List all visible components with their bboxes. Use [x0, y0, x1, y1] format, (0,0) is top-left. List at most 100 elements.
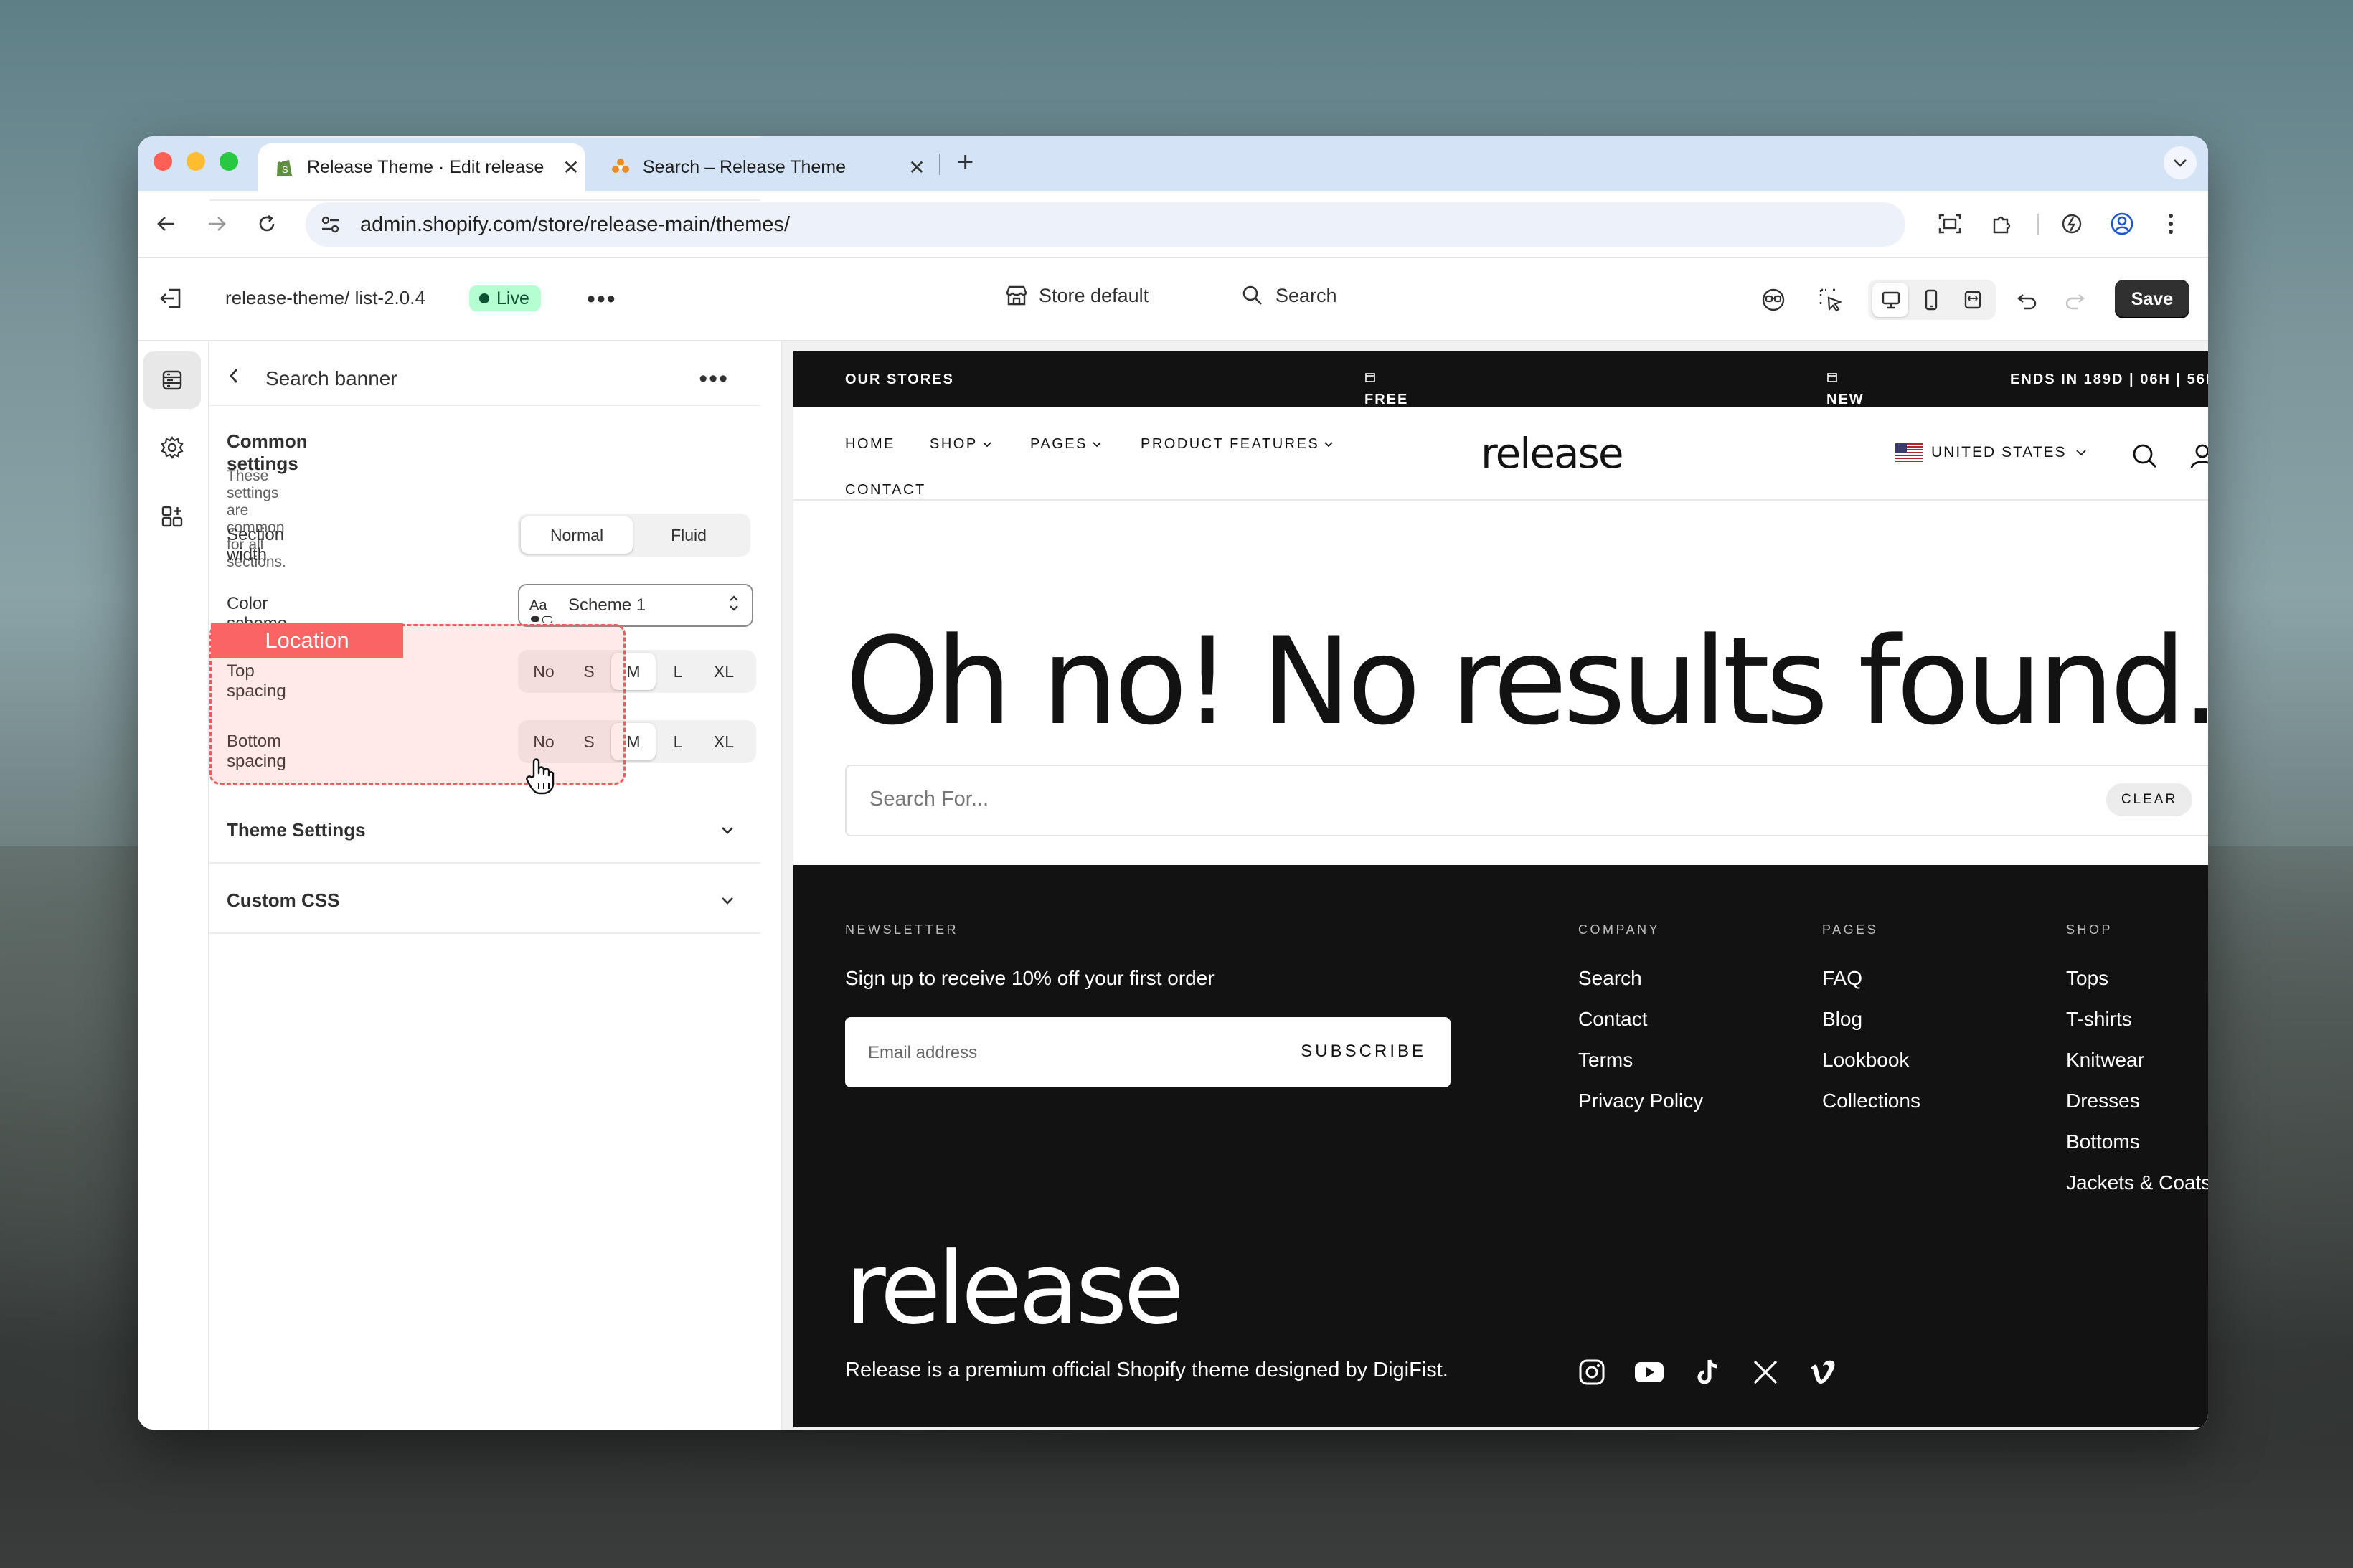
reload-icon[interactable]	[251, 208, 283, 240]
newsletter-caption: NEWSLETTER	[845, 922, 959, 937]
screen-capture-icon[interactable]	[1934, 208, 1966, 240]
us-flag-icon	[1895, 443, 1923, 462]
tag-icon	[1827, 373, 1837, 382]
close-tab-icon[interactable]: ✕	[902, 156, 931, 179]
toolbar-separator	[2037, 214, 2039, 235]
preview-area: OUR STORES FREE SHIPPING ON US ORDERS OV…	[782, 341, 2208, 1430]
save-button[interactable]: Save	[2115, 280, 2189, 318]
newsletter-text: Sign up to receive 10% off your first or…	[845, 967, 1215, 989]
color-scheme-select[interactable]: Aa Scheme 1	[518, 584, 753, 627]
nav-shop[interactable]: SHOP	[930, 436, 992, 453]
select-updown-icon	[727, 593, 740, 618]
maximize-window-button[interactable]	[220, 152, 238, 171]
bottom-spacing-xl[interactable]: XL	[700, 723, 748, 760]
youtube-icon[interactable]	[1633, 1356, 1666, 1389]
footer-link-bottoms[interactable]: Bottoms	[2066, 1130, 2140, 1153]
site-logo[interactable]: release	[1481, 429, 1623, 478]
bottom-spacing-l[interactable]: L	[656, 723, 700, 760]
site-search-icon[interactable]	[2129, 440, 2161, 472]
theme-name: release-theme/ list-2.0.4	[225, 287, 425, 308]
new-tab-icon[interactable]: +	[957, 146, 973, 179]
tab-search-release[interactable]: Search – Release Theme ✕	[594, 143, 931, 191]
tab-search-menu-icon[interactable]	[2164, 146, 2197, 179]
nav-home[interactable]: HOME	[845, 436, 895, 453]
fullscreen-view-icon[interactable]	[1957, 284, 1989, 316]
panel-title: Search banner	[265, 367, 397, 389]
sections-icon[interactable]	[143, 351, 201, 409]
custom-css-accordion[interactable]: Custom CSS	[227, 889, 736, 912]
extensions-icon[interactable]	[1986, 208, 2017, 240]
footer-link-jackets-coats[interactable]: Jackets & Coats	[2066, 1171, 2208, 1194]
close-window-button[interactable]	[154, 152, 172, 171]
footer-link-lookbook[interactable]: Lookbook	[1822, 1049, 1909, 1072]
country-selector[interactable]: UNITED STATES	[1895, 443, 2087, 462]
desktop-view-icon[interactable]	[1875, 284, 1907, 316]
footer-description: Release is a premium official Shopify th…	[845, 1359, 1448, 1382]
subscribe-button[interactable]: SUBSCRIBE	[1301, 1042, 1426, 1062]
theme-actions-icon[interactable]: •••	[587, 285, 617, 313]
tab-bar: S Release Theme · Edit release ✕ Search …	[138, 136, 2208, 191]
search-results-input[interactable]: Search For... CLEAR	[845, 765, 2208, 836]
exit-editor-icon[interactable]	[158, 284, 187, 316]
browser-menu-icon[interactable]	[2155, 208, 2187, 240]
footer-link-t-shirts[interactable]: T-shirts	[2066, 1008, 2132, 1031]
performance-icon[interactable]	[2056, 208, 2088, 240]
tiktok-icon[interactable]	[1692, 1356, 1725, 1389]
tab-release-editor[interactable]: S Release Theme · Edit release ✕	[258, 143, 585, 191]
footer-link-knitwear[interactable]: Knitwear	[2066, 1049, 2144, 1072]
profile-icon[interactable]	[2106, 208, 2138, 240]
url-bar[interactable]: admin.shopify.com/store/release-main/the…	[306, 202, 1905, 247]
theme-settings-accordion[interactable]: Theme Settings	[227, 819, 736, 841]
settings-gear-icon[interactable]	[143, 419, 201, 476]
chevron-down-icon	[722, 897, 733, 905]
footer-link-faq[interactable]: FAQ	[1822, 967, 1862, 990]
minimize-window-button[interactable]	[187, 152, 205, 171]
site-settings-icon[interactable]	[320, 215, 349, 234]
pages-caption: PAGES	[1822, 922, 1879, 937]
clear-button[interactable]: CLEAR	[2106, 783, 2192, 816]
store-default-selector[interactable]: Store default	[1004, 284, 1149, 307]
redo-icon[interactable]	[2059, 284, 2090, 316]
footer-link-blog[interactable]: Blog	[1822, 1008, 1862, 1031]
mobile-view-icon[interactable]	[1915, 284, 1947, 316]
panel-more-icon[interactable]: •••	[699, 365, 729, 393]
apps-icon[interactable]	[143, 488, 201, 545]
nav-product-features[interactable]: PRODUCT FEATURES	[1141, 436, 1334, 453]
location-label: Location	[211, 623, 403, 658]
live-label: Live	[496, 288, 529, 308]
nav-pages[interactable]: PAGES	[1030, 436, 1102, 453]
shopify-icon: S	[274, 156, 296, 178]
x-icon[interactable]	[1749, 1356, 1782, 1389]
footer-link-terms[interactable]: Terms	[1578, 1049, 1633, 1072]
undo-icon[interactable]	[2012, 284, 2043, 316]
footer-link-dresses[interactable]: Dresses	[2066, 1090, 2140, 1113]
inspector-icon[interactable]	[1758, 284, 1789, 316]
newsletter-email-field[interactable]: Email address SUBSCRIBE	[845, 1017, 1451, 1087]
no-results-heading: Oh no! No results found.	[845, 611, 2208, 752]
close-tab-icon[interactable]: ✕	[557, 156, 585, 179]
forward-arrow-icon[interactable]	[201, 208, 232, 240]
footer-link-contact[interactable]: Contact	[1578, 1008, 1648, 1031]
divider	[209, 932, 760, 934]
footer-link-privacy-policy[interactable]: Privacy Policy	[1578, 1090, 1703, 1113]
instagram-icon[interactable]	[1575, 1356, 1608, 1389]
top-spacing-xl[interactable]: XL	[700, 653, 748, 690]
nav-shop-label: SHOP	[930, 436, 978, 452]
hand-cursor-icon	[525, 757, 555, 798]
select-element-icon[interactable]	[1815, 284, 1847, 316]
editor-search[interactable]: Search	[1241, 284, 1337, 307]
vimeo-icon[interactable]	[1806, 1356, 1839, 1389]
account-icon[interactable]	[2187, 440, 2208, 472]
section-width-fluid[interactable]: Fluid	[633, 516, 745, 554]
footer-link-search[interactable]: Search	[1578, 967, 1642, 990]
swatch-text: Aa	[529, 597, 547, 613]
section-width-normal[interactable]: Normal	[521, 516, 633, 554]
search-icon	[1242, 285, 1262, 305]
back-chevron-icon[interactable]	[227, 366, 255, 392]
footer-link-tops[interactable]: Tops	[2066, 967, 2108, 990]
footer-link-collections[interactable]: Collections	[1822, 1090, 1920, 1113]
our-stores-link[interactable]: OUR STORES	[845, 372, 954, 388]
back-arrow-icon[interactable]	[151, 208, 182, 240]
nav-contact[interactable]: CONTACT	[845, 482, 926, 499]
top-spacing-l[interactable]: L	[656, 653, 700, 690]
